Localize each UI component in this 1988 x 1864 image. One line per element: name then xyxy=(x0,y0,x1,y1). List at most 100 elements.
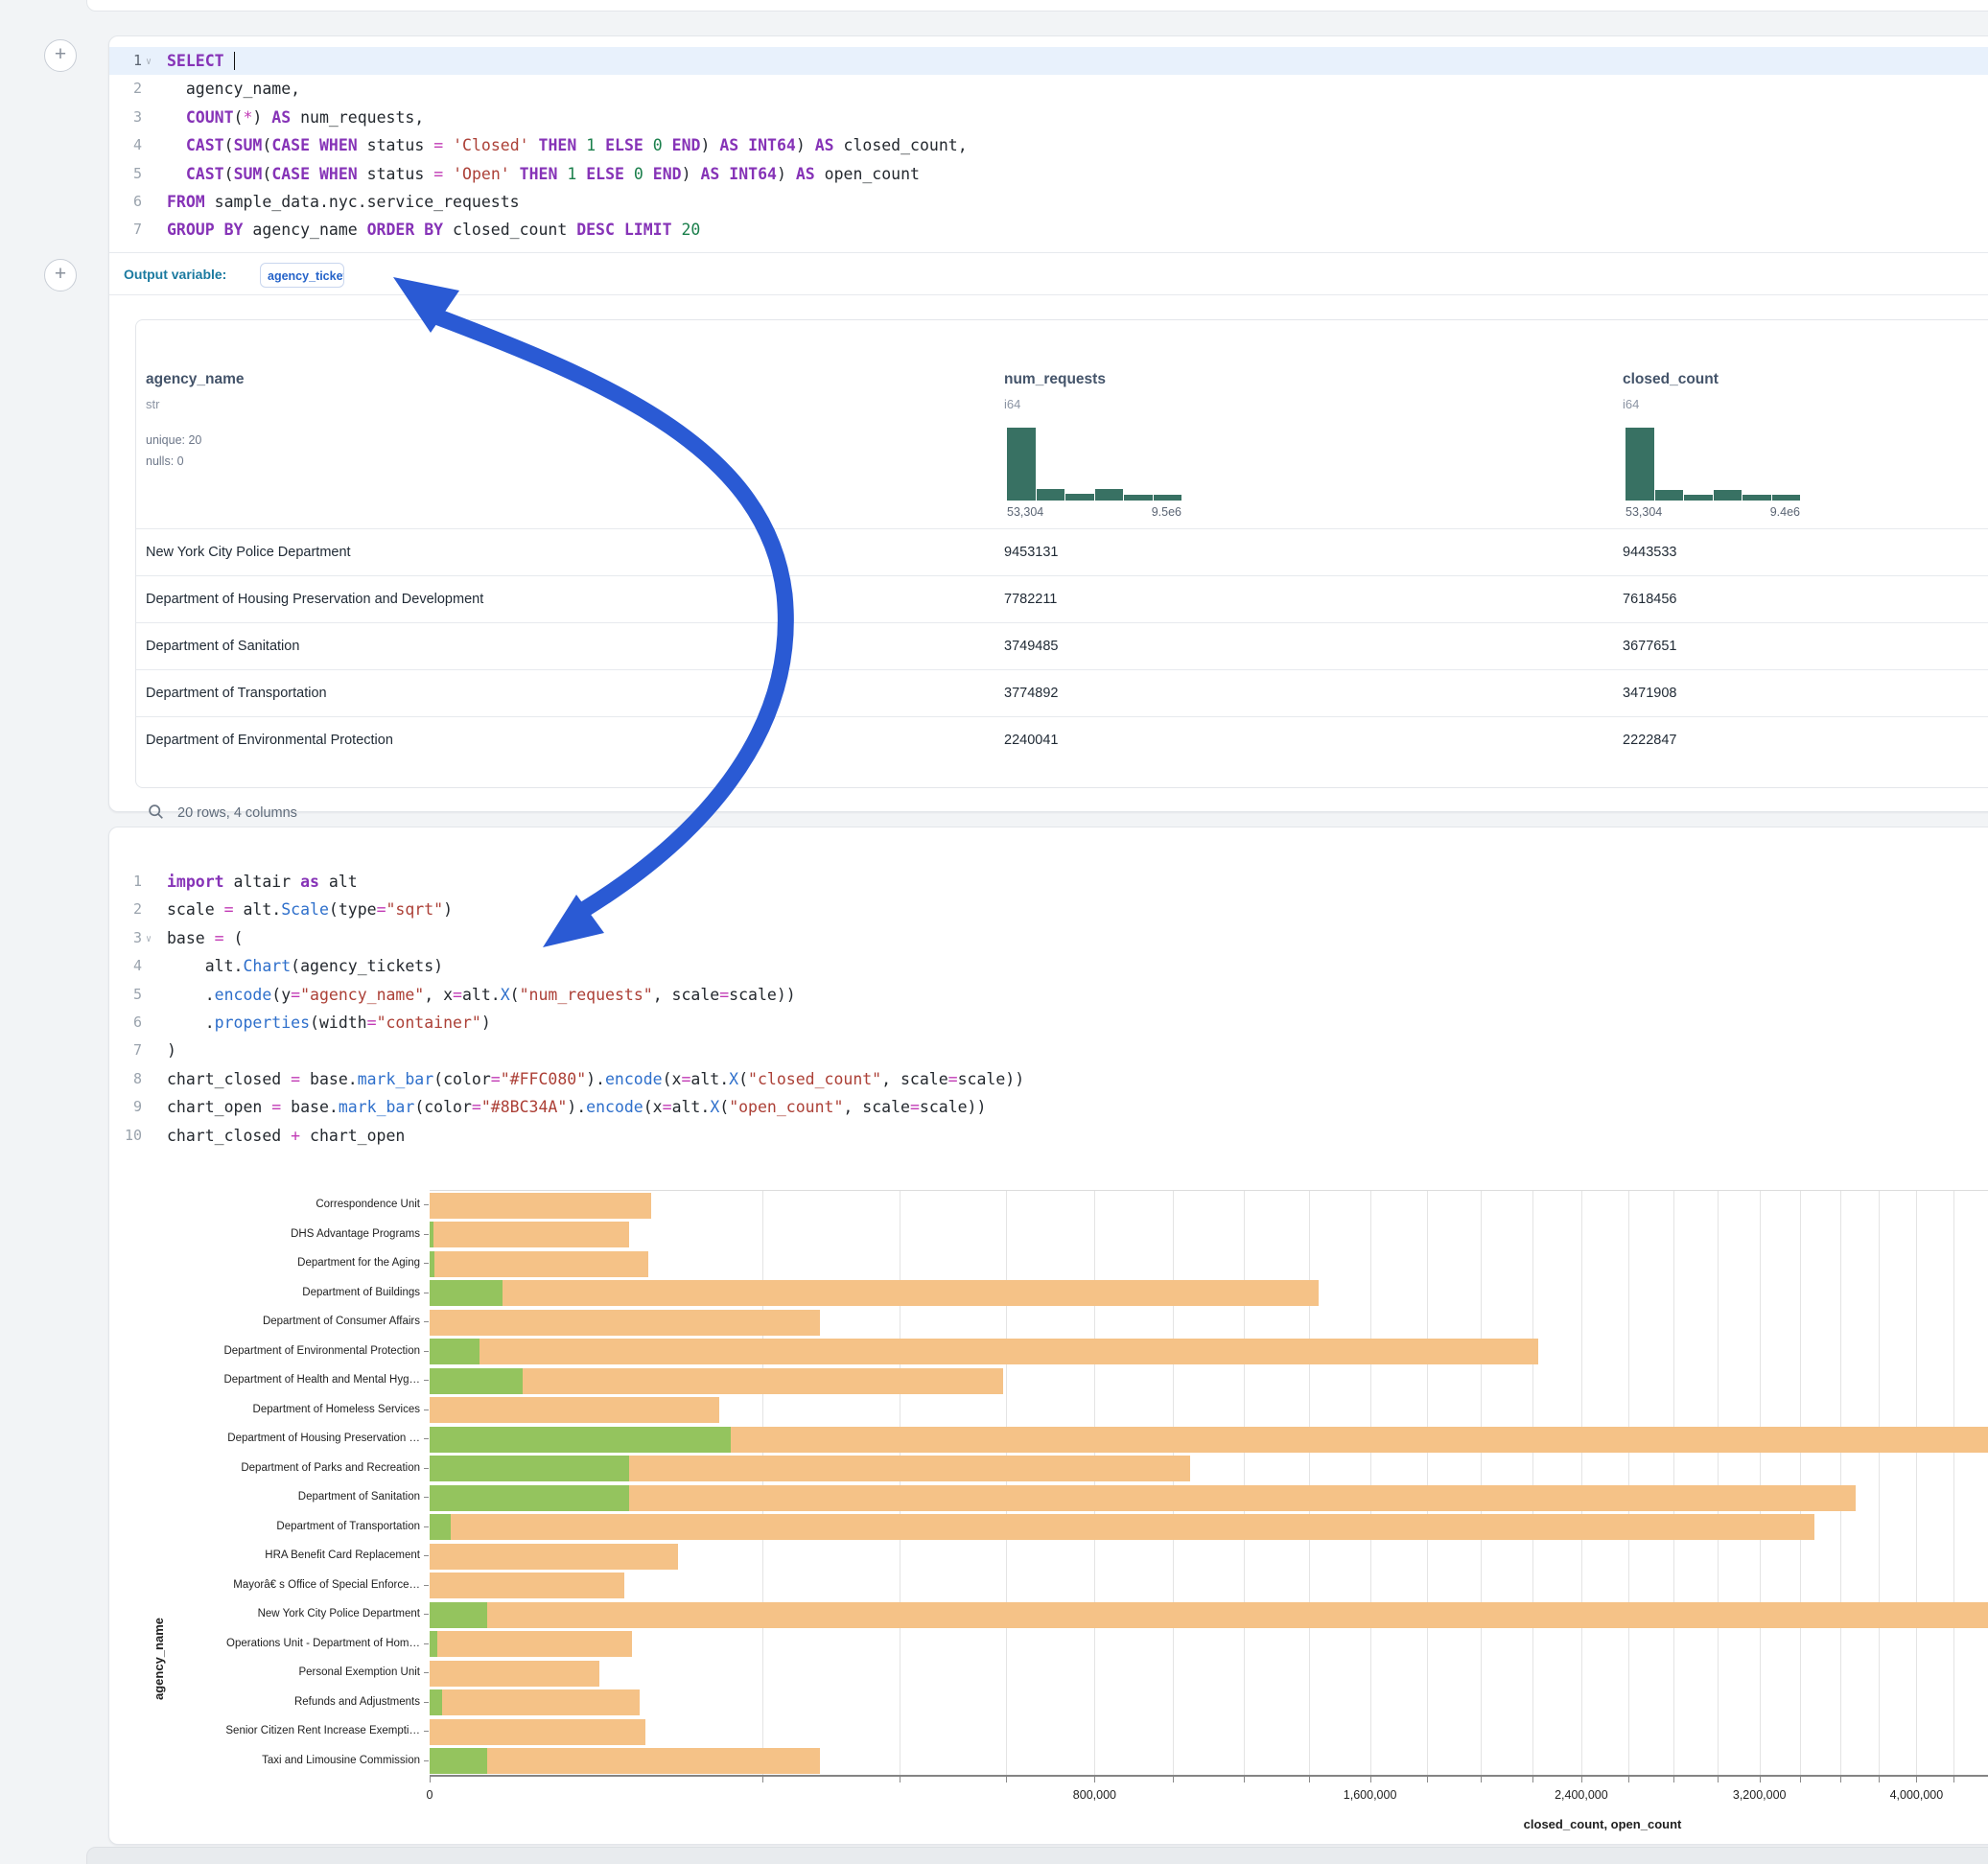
closed-count-bar[interactable] xyxy=(430,1280,1319,1306)
x-tick-label: 3,200,000 xyxy=(1733,1788,1787,1802)
code-line[interactable]: 4 alt.Chart(agency_tickets) xyxy=(109,952,1988,980)
table-cell: 3774892 xyxy=(1004,670,1058,717)
code-token: ) xyxy=(252,108,271,127)
code-token xyxy=(529,136,539,154)
code-token: base. xyxy=(300,1070,358,1088)
closed-count-bar[interactable] xyxy=(430,1631,632,1657)
python-code-editor[interactable]: 1import altair as alt2scale = alt.Scale(… xyxy=(109,868,1988,1150)
column-header-num-requests[interactable]: num_requests xyxy=(1004,371,1106,388)
table-row[interactable]: New York City Police Department945313194… xyxy=(136,528,1988,576)
table-cell: Department of Environmental Protection xyxy=(146,717,393,764)
closed-count-bar[interactable] xyxy=(430,1573,624,1598)
closed-count-bar[interactable] xyxy=(430,1544,678,1570)
code-line[interactable]: 2scale = alt.Scale(type="sqrt") xyxy=(109,896,1988,923)
code-token: scale)) xyxy=(729,986,796,1004)
code-line[interactable]: 5 .encode(y="agency_name", x=alt.X("num_… xyxy=(109,981,1988,1009)
y-axis-label: Department of Housing Preservation … xyxy=(115,1432,420,1445)
add-cell-button-top[interactable]: + xyxy=(44,39,77,72)
closed-count-bar[interactable] xyxy=(430,1602,1988,1628)
table-row[interactable]: Department of Environmental Protection 22… xyxy=(136,716,1988,764)
search-icon[interactable] xyxy=(148,804,164,820)
gridline xyxy=(1800,1191,1801,1776)
y-tick xyxy=(424,1204,429,1205)
closed-count-bar[interactable] xyxy=(430,1397,719,1423)
code-token: = xyxy=(910,1098,920,1116)
code-line[interactable]: 7GROUP BY agency_name ORDER BY closed_co… xyxy=(109,216,1988,244)
column-header-closed-count[interactable]: closed_count xyxy=(1623,371,1719,388)
output-variable-chip[interactable]: agency_tickets xyxy=(260,263,344,288)
open-count-bar[interactable] xyxy=(430,1602,487,1628)
sql-code-editor[interactable]: 1∨SELECT 2 agency_name,3 COUNT(*) AS num… xyxy=(109,47,1988,245)
x-tick-label: 2,400,000 xyxy=(1555,1788,1608,1802)
add-cell-button-middle[interactable]: + xyxy=(44,259,77,291)
column-type-agency-name: str xyxy=(146,397,159,411)
table-row[interactable]: Department of Sanitation37494853677651 xyxy=(136,622,1988,670)
code-line[interactable]: 4 CAST(SUM(CASE WHEN status = 'Closed' T… xyxy=(109,131,1988,159)
y-axis-label: HRA Benefit Card Replacement xyxy=(115,1549,420,1562)
closed-count-bar[interactable] xyxy=(430,1514,1814,1540)
closed-count-bar[interactable] xyxy=(430,1485,1856,1511)
x-tick xyxy=(1718,1777,1719,1782)
line-number: 3 xyxy=(109,924,142,952)
closed-count-bar[interactable] xyxy=(430,1689,640,1715)
fold-chevron-icon[interactable]: ∨ xyxy=(146,925,152,953)
open-count-bar[interactable] xyxy=(430,1427,731,1453)
histogram-bar xyxy=(1742,495,1771,501)
closed-count-bar[interactable] xyxy=(430,1339,1538,1364)
code-line[interactable]: 6FROM sample_data.nyc.service_requests xyxy=(109,188,1988,216)
table-row[interactable]: Department of Housing Preservation and D… xyxy=(136,575,1988,623)
code-token: 20 xyxy=(681,221,700,239)
closed-count-bar[interactable] xyxy=(430,1251,648,1277)
code-token: = xyxy=(948,1070,958,1088)
code-line[interactable]: 2 agency_name, xyxy=(109,75,1988,103)
gridline xyxy=(1673,1191,1674,1776)
closed-count-bar[interactable] xyxy=(430,1222,629,1247)
table-cell: 2240041 xyxy=(1004,717,1058,764)
open-count-bar[interactable] xyxy=(430,1514,451,1540)
table-row[interactable]: Department of Transportation377489234719… xyxy=(136,669,1988,717)
code-line[interactable]: 3∨base = ( xyxy=(109,924,1988,952)
code-token: ELSE xyxy=(586,165,624,183)
fold-chevron-icon[interactable]: ∨ xyxy=(146,48,152,76)
open-count-bar[interactable] xyxy=(430,1280,503,1306)
code-line[interactable]: 10chart_closed + chart_open xyxy=(109,1122,1988,1150)
code-line[interactable]: 5 CAST(SUM(CASE WHEN status = 'Open' THE… xyxy=(109,160,1988,188)
open-count-bar[interactable] xyxy=(430,1251,434,1277)
closed-count-bar[interactable] xyxy=(430,1193,651,1219)
code-line[interactable]: 7) xyxy=(109,1037,1988,1064)
code-token xyxy=(224,52,234,70)
y-tick xyxy=(424,1585,429,1586)
open-count-bar[interactable] xyxy=(430,1485,629,1511)
code-line[interactable]: 1∨SELECT xyxy=(109,47,1988,75)
closed-count-bar[interactable] xyxy=(430,1748,820,1774)
open-count-bar[interactable] xyxy=(430,1368,523,1394)
code-token: * xyxy=(243,108,252,127)
open-count-bar[interactable] xyxy=(430,1631,437,1657)
code-token: status xyxy=(358,165,433,183)
histogram-min-label: 53,304 xyxy=(1625,505,1662,519)
code-line[interactable]: 3 COUNT(*) AS num_requests, xyxy=(109,104,1988,131)
code-token: THEN xyxy=(539,136,577,154)
gridline xyxy=(1427,1191,1428,1776)
code-token xyxy=(643,165,653,183)
closed-count-bar[interactable] xyxy=(430,1719,645,1745)
code-line[interactable]: 6 .properties(width="container") xyxy=(109,1009,1988,1037)
gridline xyxy=(1916,1191,1917,1776)
open-count-bar[interactable] xyxy=(430,1339,479,1364)
y-axis-label: DHS Advantage Programs xyxy=(115,1227,420,1241)
closed-count-bar[interactable] xyxy=(430,1310,820,1336)
open-count-bar[interactable] xyxy=(430,1456,629,1481)
code-line[interactable]: 9chart_open = base.mark_bar(color="#8BC3… xyxy=(109,1093,1988,1121)
line-number: 6 xyxy=(109,188,142,216)
open-count-bar[interactable] xyxy=(430,1689,442,1715)
open-count-bar[interactable] xyxy=(430,1222,433,1247)
column-header-agency-name[interactable]: agency_name xyxy=(146,371,245,388)
closed-count-bar[interactable] xyxy=(430,1661,599,1687)
y-tick xyxy=(424,1321,429,1322)
code-line[interactable]: 8chart_closed = base.mark_bar(color="#FF… xyxy=(109,1065,1988,1093)
code-token: "closed_count" xyxy=(748,1070,881,1088)
open-count-bar[interactable] xyxy=(430,1748,487,1774)
column-type-num-requests: i64 xyxy=(1004,397,1020,411)
code-token: AS xyxy=(700,165,719,183)
code-line[interactable]: 1import altair as alt xyxy=(109,868,1988,896)
